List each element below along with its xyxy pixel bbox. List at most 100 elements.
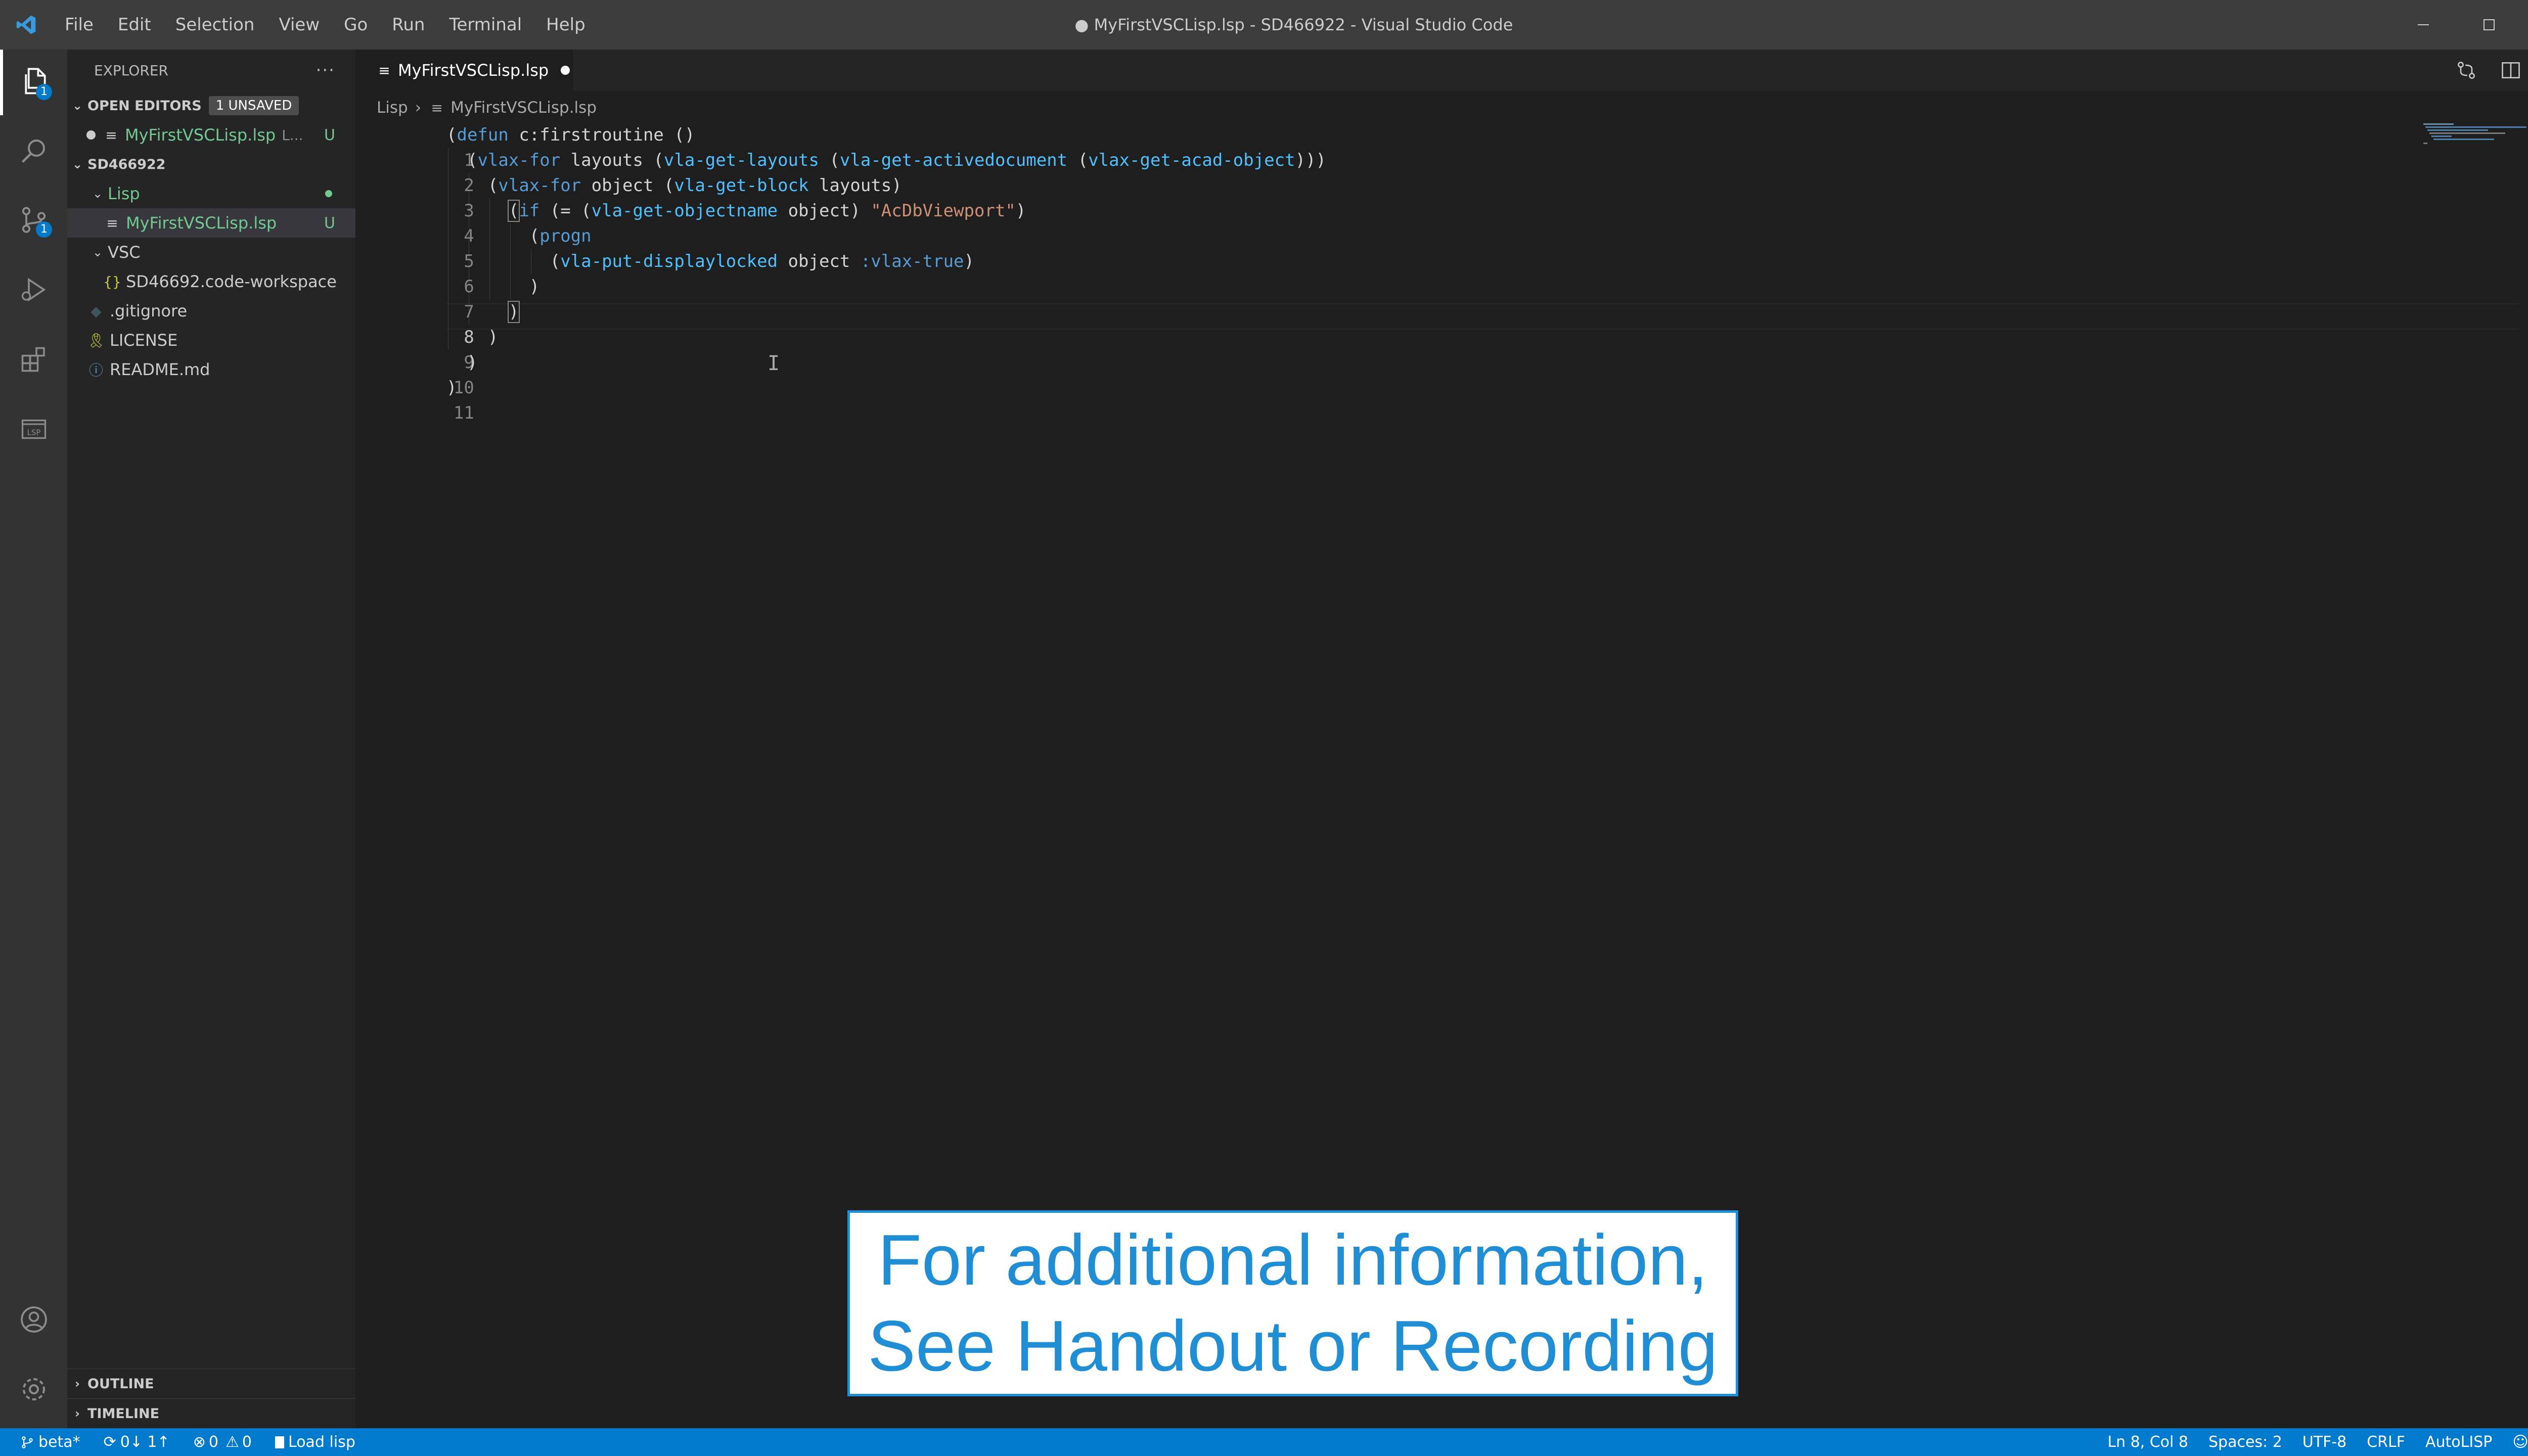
code-line: 3 (vlax-for object (vla-get-block layout…	[355, 173, 901, 221]
sync-counts: 0↓ 1↑	[120, 1433, 170, 1451]
explorer-badge: 1	[36, 84, 52, 100]
account-icon[interactable]	[0, 1287, 67, 1352]
vscode-logo-icon	[0, 0, 53, 50]
git-branch-icon	[22, 1436, 33, 1448]
git-status-untracked: U	[324, 214, 335, 232]
language-mode[interactable]: AutoLISP	[2425, 1433, 2492, 1451]
json-braces-icon: {}	[103, 273, 121, 290]
explorer-icon[interactable]: 1	[0, 50, 67, 115]
menu-go[interactable]: Go	[332, 0, 380, 50]
menu-run[interactable]: Run	[380, 0, 437, 50]
minimize-icon	[2418, 24, 2429, 25]
timeline-header[interactable]: › TIMELINE	[67, 1398, 355, 1428]
code-line: 4 (if (= (vla-get-objectname object) "Ac…	[355, 198, 1026, 246]
open-editor-item[interactable]: ≡ MyFirstVSCLisp.lsp L... U	[67, 120, 355, 150]
scm-badge: 1	[36, 221, 52, 238]
encoding[interactable]: UTF-8	[2303, 1433, 2346, 1451]
load-lisp-button[interactable]: Load lisp	[275, 1433, 355, 1451]
outline-header[interactable]: › OUTLINE	[67, 1369, 355, 1398]
explorer-header: EXPLORER ···	[67, 50, 355, 91]
code-line: 5 (progn	[355, 223, 591, 271]
minimize-button[interactable]	[2390, 0, 2456, 50]
minimap[interactable]	[2419, 121, 2528, 152]
file-readme[interactable]: ⓘ README.md	[67, 355, 355, 384]
git-diamond-icon: ◆	[91, 302, 102, 320]
folder-name: Lisp	[108, 184, 140, 203]
chevron-down-icon: ⌄	[72, 157, 83, 171]
file-gitignore[interactable]: ◆ .gitignore	[67, 296, 355, 326]
chevron-right-icon: ›	[75, 1377, 80, 1391]
workspace-label: SD466922	[87, 156, 166, 172]
menu-view[interactable]: View	[266, 0, 332, 50]
unsaved-dot-icon[interactable]	[561, 66, 570, 75]
settings-gear-icon[interactable]	[0, 1356, 67, 1422]
open-changes-icon[interactable]	[2444, 50, 2489, 91]
file-name: .gitignore	[110, 301, 188, 321]
file-myfirstvsclisp[interactable]: ≡ MyFirstVSCLisp.lsp U	[67, 208, 355, 238]
menu-help[interactable]: Help	[534, 0, 598, 50]
menu-file[interactable]: File	[53, 0, 106, 50]
close-button[interactable]	[2522, 0, 2528, 50]
file-name: LICENSE	[110, 331, 178, 350]
git-modified-dot	[325, 190, 332, 197]
document-icon	[275, 1436, 285, 1448]
extensions-icon[interactable]	[0, 327, 67, 392]
menu-edit[interactable]: Edit	[106, 0, 163, 50]
tab-myfirstvsclisp[interactable]: ≡ MyFirstVSCLisp.lsp	[355, 50, 573, 91]
feedback-icon[interactable]: ☺	[2512, 1433, 2528, 1451]
window-controls	[2390, 0, 2528, 50]
code-line-current: 8 )	[355, 299, 520, 347]
search-icon[interactable]	[0, 118, 67, 184]
branch-status[interactable]: beta*	[20, 1433, 80, 1451]
caption-line-1: For additional information,	[878, 1220, 1708, 1300]
outline-label: OUTLINE	[87, 1376, 154, 1392]
menu-selection[interactable]: Selection	[163, 0, 267, 50]
line-ending[interactable]: CRLF	[2367, 1433, 2405, 1451]
title-bar: File Edit Selection View Go Run Terminal…	[0, 0, 2528, 50]
code-line: 11 )	[355, 375, 474, 423]
source-control-icon[interactable]: 1	[0, 187, 67, 253]
file-license[interactable]: 🎗 LICENSE	[67, 326, 355, 355]
file-code-workspace[interactable]: {} SD46692.code-workspace	[67, 267, 355, 296]
code-line: 9 )	[355, 325, 498, 373]
branch-name: beta*	[38, 1433, 80, 1451]
open-editors-label: OPEN EDITORS	[87, 98, 202, 114]
info-icon: ⓘ	[88, 362, 103, 379]
code-line: 1 (defun c:firstroutine ()	[355, 122, 695, 170]
run-debug-icon[interactable]	[0, 257, 67, 323]
explorer-sidebar: EXPLORER ··· ⌄ OPEN EDITORS 1 UNSAVED ≡ …	[67, 50, 355, 1428]
sync-icon: ⟳	[103, 1433, 116, 1451]
vscode-window: File Edit Selection View Go Run Terminal…	[0, 0, 2528, 1456]
git-status-untracked: U	[324, 126, 335, 144]
indentation[interactable]: Spaces: 2	[2208, 1433, 2282, 1451]
error-icon: ⊗	[193, 1433, 206, 1451]
split-editor-icon[interactable]	[2489, 50, 2528, 91]
file-name: README.md	[110, 360, 210, 379]
folder-vsc[interactable]: ⌄ VSC	[67, 238, 355, 267]
folder-lisp[interactable]: ⌄ Lisp	[67, 179, 355, 208]
chevron-down-icon: ⌄	[92, 187, 103, 201]
license-icon: 🎗	[87, 332, 105, 349]
breadcrumb-folder[interactable]: Lisp	[377, 99, 408, 117]
status-bar: beta* ⟳ 0↓ 1↑ ⊗ 0 ⚠ 0 Load lisp Ln 8, Co…	[0, 1428, 2528, 1456]
dirty-dot-icon[interactable]	[67, 130, 96, 140]
open-editors-header[interactable]: ⌄ OPEN EDITORS 1 UNSAVED	[67, 91, 355, 120]
breadcrumb-file[interactable]: MyFirstVSCLisp.lsp	[450, 99, 597, 117]
code-line: 7 )	[355, 274, 539, 322]
more-actions-icon[interactable]: ···	[316, 60, 335, 80]
sync-status[interactable]: ⟳ 0↓ 1↑	[104, 1433, 170, 1451]
maximize-button[interactable]	[2456, 0, 2522, 50]
problems-status[interactable]: ⊗ 0 ⚠ 0	[193, 1433, 252, 1451]
line-number: 11	[453, 403, 474, 423]
lsp-icon[interactable]: LSP	[0, 396, 67, 462]
file-name: SD46692.code-workspace	[126, 272, 337, 291]
cursor-position[interactable]: Ln 8, Col 8	[2107, 1433, 2188, 1451]
maximize-icon	[2484, 19, 2495, 30]
menu-terminal[interactable]: Terminal	[437, 0, 534, 50]
lisp-file-icon: ≡	[378, 62, 390, 79]
open-editor-path: L...	[282, 126, 303, 144]
warning-count: 0	[242, 1433, 252, 1451]
chevron-right-icon: ›	[75, 1406, 80, 1421]
workspace-header[interactable]: ⌄ SD466922	[67, 150, 355, 179]
folder-name: VSC	[108, 243, 141, 262]
